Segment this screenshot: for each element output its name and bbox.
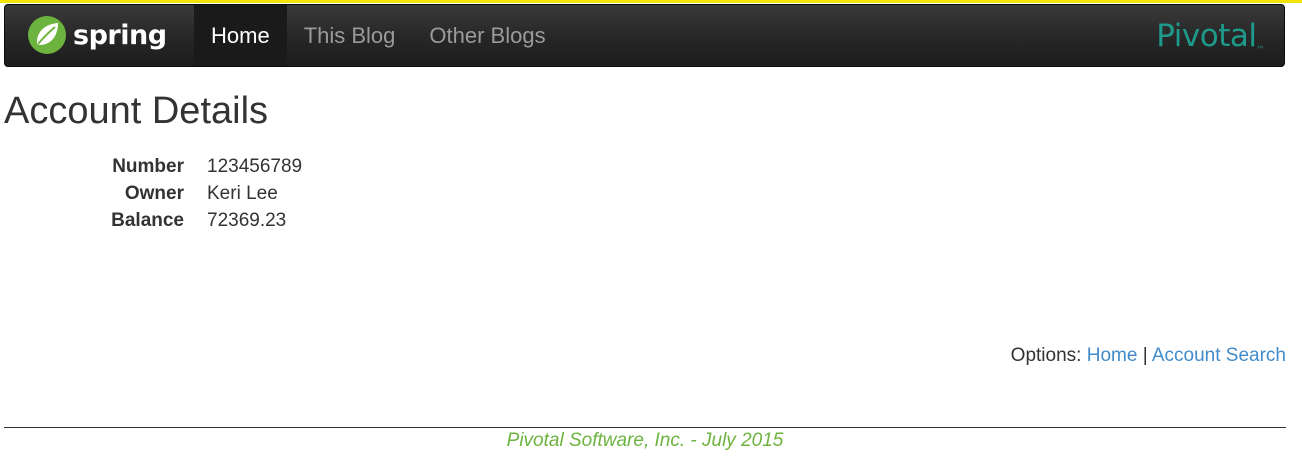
nav-item-this-blog[interactable]: This Blog bbox=[287, 5, 413, 66]
account-owner-value: Keri Lee bbox=[207, 183, 278, 204]
options-label: Options: bbox=[1010, 345, 1082, 366]
account-owner-row: Owner Keri Lee bbox=[90, 180, 302, 207]
footer-divider bbox=[4, 427, 1286, 428]
options-separator: | bbox=[1142, 345, 1148, 366]
home-link[interactable]: Home bbox=[1087, 345, 1138, 366]
footer-text: Pivotal Software, Inc. - July 2015 bbox=[506, 430, 784, 451]
account-search-link[interactable]: Account Search bbox=[1152, 345, 1286, 366]
navbar: spring Home This Blog Other Blogs Pivota… bbox=[4, 4, 1285, 67]
options-bar: Options: Home | Account Search bbox=[1011, 345, 1286, 367]
account-number-value: 123456789 bbox=[207, 156, 303, 177]
account-number-row: Number 123456789 bbox=[90, 153, 302, 180]
nav-item-other-blogs[interactable]: Other Blogs bbox=[412, 5, 562, 66]
spring-leaf-icon bbox=[28, 16, 66, 54]
account-number-label: Number bbox=[112, 156, 184, 177]
pivotal-logo-text: Pivotal bbox=[1156, 18, 1257, 54]
pivotal-logo: Pivotal™ bbox=[1156, 18, 1264, 54]
brand-link[interactable]: spring bbox=[27, 15, 167, 55]
top-accent-strip bbox=[0, 0, 1302, 3]
nav-menu: Home This Blog Other Blogs bbox=[194, 5, 563, 66]
account-balance-label: Balance bbox=[111, 210, 184, 231]
trademark-mark: ™ bbox=[1256, 45, 1265, 54]
account-balance-value: 72369.23 bbox=[207, 210, 287, 231]
nav-item-home[interactable]: Home bbox=[194, 5, 287, 66]
page-title: Account Details bbox=[4, 90, 269, 132]
account-owner-label: Owner bbox=[124, 183, 184, 204]
brand-name: spring bbox=[73, 19, 167, 51]
account-balance-row: Balance 72369.23 bbox=[90, 207, 302, 234]
account-details-table: Number 123456789 Owner Keri Lee Balance … bbox=[90, 153, 302, 234]
